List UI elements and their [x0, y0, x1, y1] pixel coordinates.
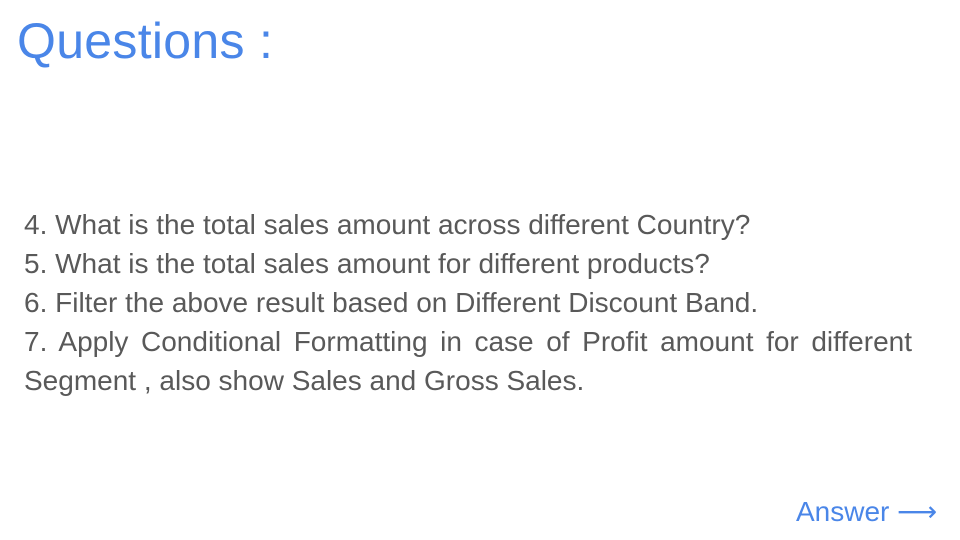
answer-link[interactable]: Answer ⟶: [796, 494, 937, 530]
question-item-6: 6. Filter the above result based on Diff…: [24, 287, 759, 318]
slide: Questions : 4. What is the total sales a…: [0, 0, 960, 540]
question-item-5: 5. What is the total sales amount for di…: [24, 248, 710, 279]
question-item-7: 7. Apply Conditional Formatting in case …: [24, 326, 912, 396]
slide-title: Questions :: [17, 13, 274, 69]
question-item-4: 4. What is the total sales amount across…: [24, 209, 751, 240]
question-list: 4. What is the total sales amount across…: [24, 205, 912, 400]
